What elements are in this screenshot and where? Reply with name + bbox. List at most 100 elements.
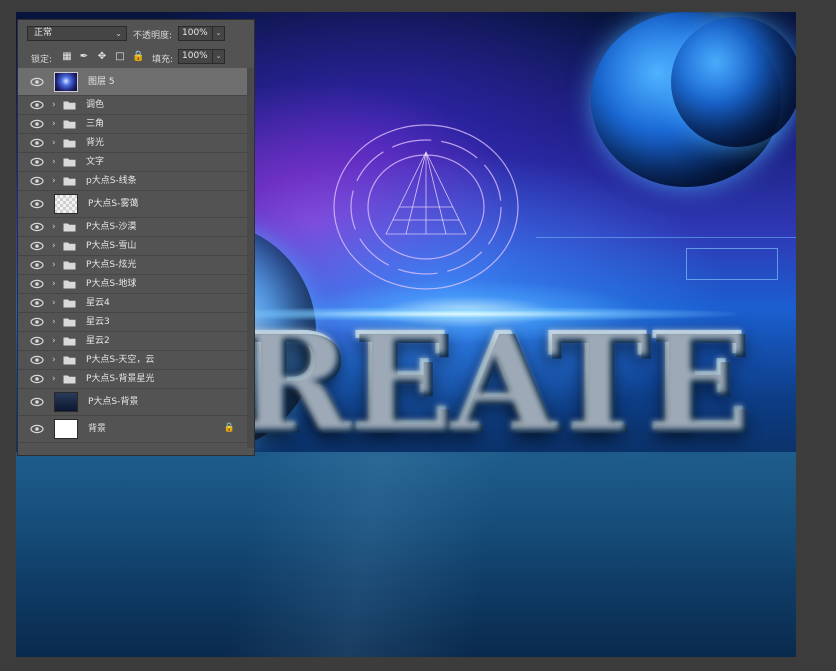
- lock-image-pixels-icon[interactable]: ✒: [78, 51, 90, 63]
- lock-all-icon[interactable]: 🔒: [132, 51, 144, 63]
- expand-arrow-icon[interactable]: ›: [52, 175, 56, 187]
- eye-visibility-icon[interactable]: [30, 298, 44, 308]
- layer-row[interactable]: › p大点S-线条: [18, 172, 247, 191]
- expand-arrow-icon[interactable]: ›: [52, 354, 56, 366]
- expand-arrow-icon[interactable]: ›: [52, 278, 56, 290]
- lock-label: 锁定:: [31, 55, 53, 65]
- layer-name: 文字: [86, 157, 105, 167]
- fill-field[interactable]: 100% ⌄: [178, 49, 225, 64]
- expand-arrow-icon[interactable]: ›: [52, 137, 56, 149]
- layer-row[interactable]: 背景 🔒: [18, 416, 247, 443]
- eye-visibility-icon[interactable]: [30, 157, 44, 167]
- folder-icon: [63, 177, 76, 186]
- eye-visibility-icon[interactable]: [30, 279, 44, 289]
- layer-row[interactable]: › P大点S-雪山: [18, 237, 247, 256]
- expand-arrow-icon[interactable]: ›: [52, 221, 56, 233]
- eye-visibility-icon[interactable]: [30, 176, 44, 186]
- blend-mode-value: 正常: [34, 28, 53, 38]
- folder-icon: [63, 139, 76, 148]
- layer-name: 背光: [86, 138, 105, 148]
- folder-icon: [63, 318, 76, 327]
- layer-row[interactable]: › 星云2: [18, 332, 247, 351]
- layer-name: P大点S-雾蔼: [88, 199, 139, 209]
- eye-visibility-icon[interactable]: [30, 397, 44, 407]
- layer-name: 背景: [88, 424, 107, 434]
- layer-row[interactable]: › 文字: [18, 153, 247, 172]
- layer-thumbnail: [54, 419, 78, 439]
- layer-name: P大点S-雪山: [86, 241, 137, 251]
- layers-panel: 正常 ⌄ 不透明度: 100% ⌄ 锁定: ▦ ✒ ✥ □ 🔒 填充: 100%…: [17, 19, 255, 456]
- expand-arrow-icon[interactable]: ›: [52, 240, 56, 252]
- layer-name: P大点S-背景: [88, 397, 139, 407]
- eye-visibility-icon[interactable]: [30, 241, 44, 251]
- fill-value: 100%: [182, 51, 208, 61]
- eye-visibility-icon[interactable]: [30, 199, 44, 209]
- eye-visibility-icon[interactable]: [30, 222, 44, 232]
- layers-scrollbar[interactable]: [247, 68, 254, 448]
- layer-row[interactable]: P大点S-雾蔼: [18, 191, 247, 218]
- layer-row[interactable]: › 星云4: [18, 294, 247, 313]
- expand-arrow-icon[interactable]: ›: [52, 118, 56, 130]
- layers-panel-options: 正常 ⌄ 不透明度: 100% ⌄ 锁定: ▦ ✒ ✥ □ 🔒 填充: 100%…: [18, 20, 254, 69]
- expand-arrow-icon[interactable]: ›: [52, 316, 56, 328]
- expand-arrow-icon[interactable]: ›: [52, 156, 56, 168]
- expand-arrow-icon[interactable]: ›: [52, 297, 56, 309]
- layer-thumbnail: [54, 194, 78, 214]
- layer-name: 三角: [86, 119, 105, 129]
- expand-arrow-icon[interactable]: ›: [52, 259, 56, 271]
- eye-visibility-icon[interactable]: [30, 100, 44, 110]
- eye-visibility-icon[interactable]: [30, 336, 44, 346]
- folder-icon: [63, 223, 76, 232]
- layer-name: P大点S-天空，云: [86, 355, 155, 365]
- layer-row[interactable]: › 三角: [18, 115, 247, 134]
- layer-name: P大点S-沙漠: [86, 222, 137, 232]
- folder-icon: [63, 280, 76, 289]
- layer-row[interactable]: › P大点S-天空，云: [18, 351, 247, 370]
- eye-visibility-icon[interactable]: [30, 424, 44, 434]
- eye-visibility-icon[interactable]: [30, 317, 44, 327]
- layer-name: 调色: [86, 100, 105, 110]
- eye-visibility-icon[interactable]: [30, 77, 44, 87]
- expand-arrow-icon[interactable]: ›: [52, 335, 56, 347]
- layer-row[interactable]: › 星云3: [18, 313, 247, 332]
- layer-row[interactable]: › P大点S-炫光: [18, 256, 247, 275]
- layer-name: 星云4: [86, 298, 110, 308]
- layer-row[interactable]: › P大点S-地球: [18, 275, 247, 294]
- canvas-title-text: REATE: [238, 312, 796, 452]
- expand-arrow-icon[interactable]: ›: [52, 99, 56, 111]
- opacity-value: 100%: [182, 28, 208, 38]
- layer-row[interactable]: P大点S-背景: [18, 389, 247, 416]
- lock-transparent-pixels-icon[interactable]: ▦: [61, 51, 73, 63]
- layer-name: P大点S-背景星光: [86, 374, 155, 384]
- chevron-down-icon[interactable]: ⌄: [212, 27, 224, 40]
- fill-label: 填充:: [152, 55, 174, 65]
- layer-thumbnail: [54, 71, 78, 92]
- layer-row[interactable]: 图层 5: [18, 68, 247, 96]
- folder-icon: [63, 261, 76, 270]
- folder-icon: [63, 356, 76, 365]
- layer-row[interactable]: › P大点S-沙漠: [18, 218, 247, 237]
- layer-name: 星云3: [86, 317, 110, 327]
- blend-mode-select[interactable]: 正常 ⌄: [27, 26, 127, 41]
- eye-visibility-icon[interactable]: [30, 260, 44, 270]
- eye-visibility-icon[interactable]: [30, 355, 44, 365]
- layer-name: 星云2: [86, 336, 110, 346]
- planet-small: [671, 17, 796, 147]
- layer-lock-icon: 🔒: [223, 423, 235, 433]
- eye-visibility-icon[interactable]: [30, 374, 44, 384]
- chevron-down-icon[interactable]: ⌄: [212, 50, 224, 63]
- folder-icon: [63, 337, 76, 346]
- expand-arrow-icon[interactable]: ›: [52, 373, 56, 385]
- lock-artboard-icon[interactable]: □: [114, 51, 126, 63]
- layer-row[interactable]: › 背光: [18, 134, 247, 153]
- folder-icon: [63, 101, 76, 110]
- layer-name: P大点S-地球: [86, 279, 137, 289]
- eye-visibility-icon[interactable]: [30, 138, 44, 148]
- lock-position-icon[interactable]: ✥: [96, 51, 108, 63]
- opacity-field[interactable]: 100% ⌄: [178, 26, 225, 41]
- layer-row[interactable]: › P大点S-背景星光: [18, 370, 247, 389]
- layer-name: 图层 5: [88, 76, 115, 87]
- eye-visibility-icon[interactable]: [30, 119, 44, 129]
- layer-row[interactable]: › 调色: [18, 96, 247, 115]
- layer-name: P大点S-炫光: [86, 260, 137, 270]
